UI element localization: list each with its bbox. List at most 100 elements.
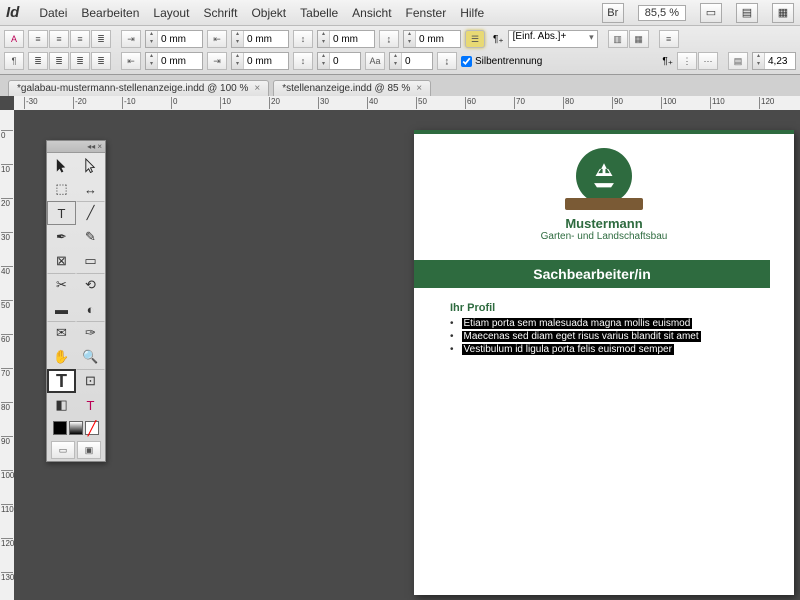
right-indent-field[interactable]: ▴▾ — [145, 52, 203, 70]
menu-table[interactable]: Tabelle — [300, 6, 338, 20]
last-line-icon[interactable]: ⇥ — [207, 52, 227, 70]
tab-document-1[interactable]: *galabau-mustermann-stellenanzeige.indd … — [8, 80, 269, 96]
overflow-icon[interactable]: ≡ — [659, 30, 679, 48]
document-page[interactable]: Mustermann Garten- und Landschaftsbau Sa… — [414, 130, 794, 595]
company-logo-block: Mustermann Garten- und Landschaftsbau — [414, 148, 794, 242]
char-format-mode[interactable]: A — [4, 30, 24, 48]
num2-field[interactable]: ▴▾ — [752, 52, 796, 70]
span-columns-icon[interactable]: ▦ — [629, 30, 649, 48]
apply-gradient-icon[interactable] — [69, 421, 83, 435]
arrange-icon[interactable]: ▦ — [772, 3, 794, 23]
columns-icon[interactable]: ▥ — [608, 30, 628, 48]
hand-tool[interactable]: ✋ — [47, 345, 76, 369]
justify-left-icon[interactable]: ≣ — [28, 52, 48, 70]
view-mode-icon[interactable]: ▭ — [700, 3, 722, 23]
pen-tool[interactable]: ✒ — [47, 225, 76, 249]
preview-mode-icon[interactable]: ▣ — [77, 441, 101, 459]
logo-ribbon — [565, 198, 643, 210]
first-line-field[interactable]: ▴▾ — [231, 30, 289, 48]
gap-tool[interactable]: ↔ — [76, 177, 105, 201]
page-top-stripe — [414, 130, 794, 134]
note-tool[interactable]: ✉ — [47, 321, 76, 345]
menu-type[interactable]: Schrift — [203, 6, 237, 20]
indent-right-icon[interactable]: ⇤ — [121, 52, 141, 70]
horizontal-ruler[interactable]: -30-20-100102030405060708090100110120 — [14, 96, 800, 110]
bridge-button[interactable]: Br — [602, 3, 624, 23]
zoom-level-field[interactable]: 85,5 % — [638, 5, 686, 21]
align-left-icon[interactable]: ≡ — [28, 30, 48, 48]
tab-document-2[interactable]: *stellenanzeige.indd @ 85 %× — [273, 80, 431, 96]
list-bullets-icon[interactable]: ⋮ — [677, 52, 697, 70]
hyphenation-checkbox[interactable]: Silbentrennung — [461, 56, 542, 67]
menu-help[interactable]: Hilfe — [460, 6, 484, 20]
space-after-field[interactable]: ▴▾ — [317, 52, 361, 70]
space-after-icon[interactable]: ↕ — [293, 52, 313, 70]
align-right-icon[interactable]: ≡ — [70, 30, 90, 48]
company-tagline: Garten- und Landschaftsbau — [414, 231, 794, 242]
screen-mode-icon[interactable]: ▤ — [736, 3, 758, 23]
space-before-icon[interactable]: ↕ — [293, 30, 313, 48]
tree-logo-icon — [576, 148, 632, 204]
menu-window[interactable]: Fenster — [406, 6, 447, 20]
baseline-icon[interactable]: ↨ — [379, 30, 399, 48]
close-icon[interactable]: × — [254, 83, 260, 94]
space-before-field[interactable]: ▴▾ — [317, 30, 375, 48]
control-bar: A ≡ ≡ ≡ ≣ ⇥ ▴▾ ⇤ ▴▾ ↕ ▴▾ ↨ ▴▾ ☰ ¶₊ [Einf… — [0, 26, 800, 75]
menu-view[interactable]: Ansicht — [352, 6, 391, 20]
menu-object[interactable]: Objekt — [251, 6, 286, 20]
left-indent-field[interactable]: ▴▾ — [145, 30, 203, 48]
line-tool[interactable]: ╱ — [76, 201, 105, 225]
rectangle-tool[interactable]: ▭ — [76, 249, 105, 273]
fill-stroke-swap[interactable]: ⊡ — [76, 369, 105, 393]
justify-center-icon[interactable]: ≣ — [49, 52, 69, 70]
scissors-tool[interactable]: ✂ — [47, 273, 76, 297]
workspace: -30-20-100102030405060708090100110120 01… — [0, 96, 800, 600]
shading-icon[interactable]: ▤ — [728, 52, 748, 70]
first-line-icon[interactable]: ⇤ — [207, 30, 227, 48]
apply-none-icon[interactable]: ╱ — [85, 421, 99, 435]
menu-edit[interactable]: Bearbeiten — [81, 6, 139, 20]
normal-view-icon[interactable]: ▭ — [51, 441, 75, 459]
indent-left-icon[interactable]: ⇥ — [121, 30, 141, 48]
justify-right-icon[interactable]: ≣ — [70, 52, 90, 70]
menu-layout[interactable]: Layout — [153, 6, 189, 20]
bullet-list: •Etiam porta sem malesuada magna mollis … — [450, 318, 764, 355]
selection-tool[interactable] — [47, 153, 76, 177]
justify-full-icon[interactable]: ≣ — [91, 52, 111, 70]
eyedropper-tool[interactable]: ✑ — [76, 321, 105, 345]
section-heading: Ihr Profil — [450, 302, 764, 314]
direct-selection-tool[interactable] — [76, 153, 105, 177]
zoom-tool[interactable]: 🔍 — [76, 345, 105, 369]
align-center-icon[interactable]: ≡ — [49, 30, 69, 48]
rectangle-frame-tool[interactable]: ⊠ — [47, 249, 76, 273]
align-justify-icon[interactable]: ≣ — [91, 30, 111, 48]
canvas[interactable]: Mustermann Garten- und Landschaftsbau Sa… — [14, 110, 800, 600]
dropcap-chars-field[interactable]: ▴▾ — [389, 52, 433, 70]
list-item: •Vestibulum id ligula porta felis euismo… — [450, 344, 764, 355]
default-fill-stroke[interactable]: ◧ — [47, 393, 76, 417]
menu-file[interactable]: Datei — [39, 6, 67, 20]
fill-stroke-type-formatting[interactable]: T — [47, 369, 76, 393]
pencil-tool[interactable]: ✎ — [76, 225, 105, 249]
gradient-feather-tool[interactable]: ◐ — [76, 297, 105, 321]
list-item: •Etiam porta sem malesuada magna mollis … — [450, 318, 764, 329]
vertical-ruler[interactable]: 0102030405060708090100110120130 — [0, 110, 14, 600]
type-tool[interactable]: T — [47, 201, 76, 225]
apply-color-icon[interactable] — [53, 421, 67, 435]
list-numbers-icon[interactable]: ⋯ — [698, 52, 718, 70]
para-format-mode[interactable]: ¶ — [4, 52, 24, 70]
paragraph-style-dropdown[interactable]: [Einf. Abs.]+ — [508, 30, 598, 48]
close-icon[interactable]: × — [416, 83, 422, 94]
free-transform-tool[interactable]: ⟲ — [76, 273, 105, 297]
gradient-swatch-tool[interactable]: ▬ — [47, 297, 76, 321]
tools-panel[interactable]: ◂◂ × ⬚ ↔ T ╱ ✒ ✎ ⊠ ▭ ✂ ⟲ ▬ ◐ ✉ ✑ ✋ 🔍 T — [46, 140, 106, 462]
panel-collapse-icon[interactable]: ◂◂ × — [47, 141, 105, 153]
menu-bar: Id Datei Bearbeiten Layout Schrift Objek… — [0, 0, 800, 26]
formatting-container[interactable]: T — [76, 393, 105, 417]
last-line-field[interactable]: ▴▾ — [231, 52, 289, 70]
baseline1-field[interactable]: ▴▾ — [403, 30, 461, 48]
align-to-baseline-button[interactable]: ☰ — [465, 30, 485, 48]
page-tool[interactable]: ⬚ — [47, 177, 76, 201]
dropcap-icon[interactable]: Aa — [365, 52, 385, 70]
baseline2-icon[interactable]: ↨ — [437, 52, 457, 70]
